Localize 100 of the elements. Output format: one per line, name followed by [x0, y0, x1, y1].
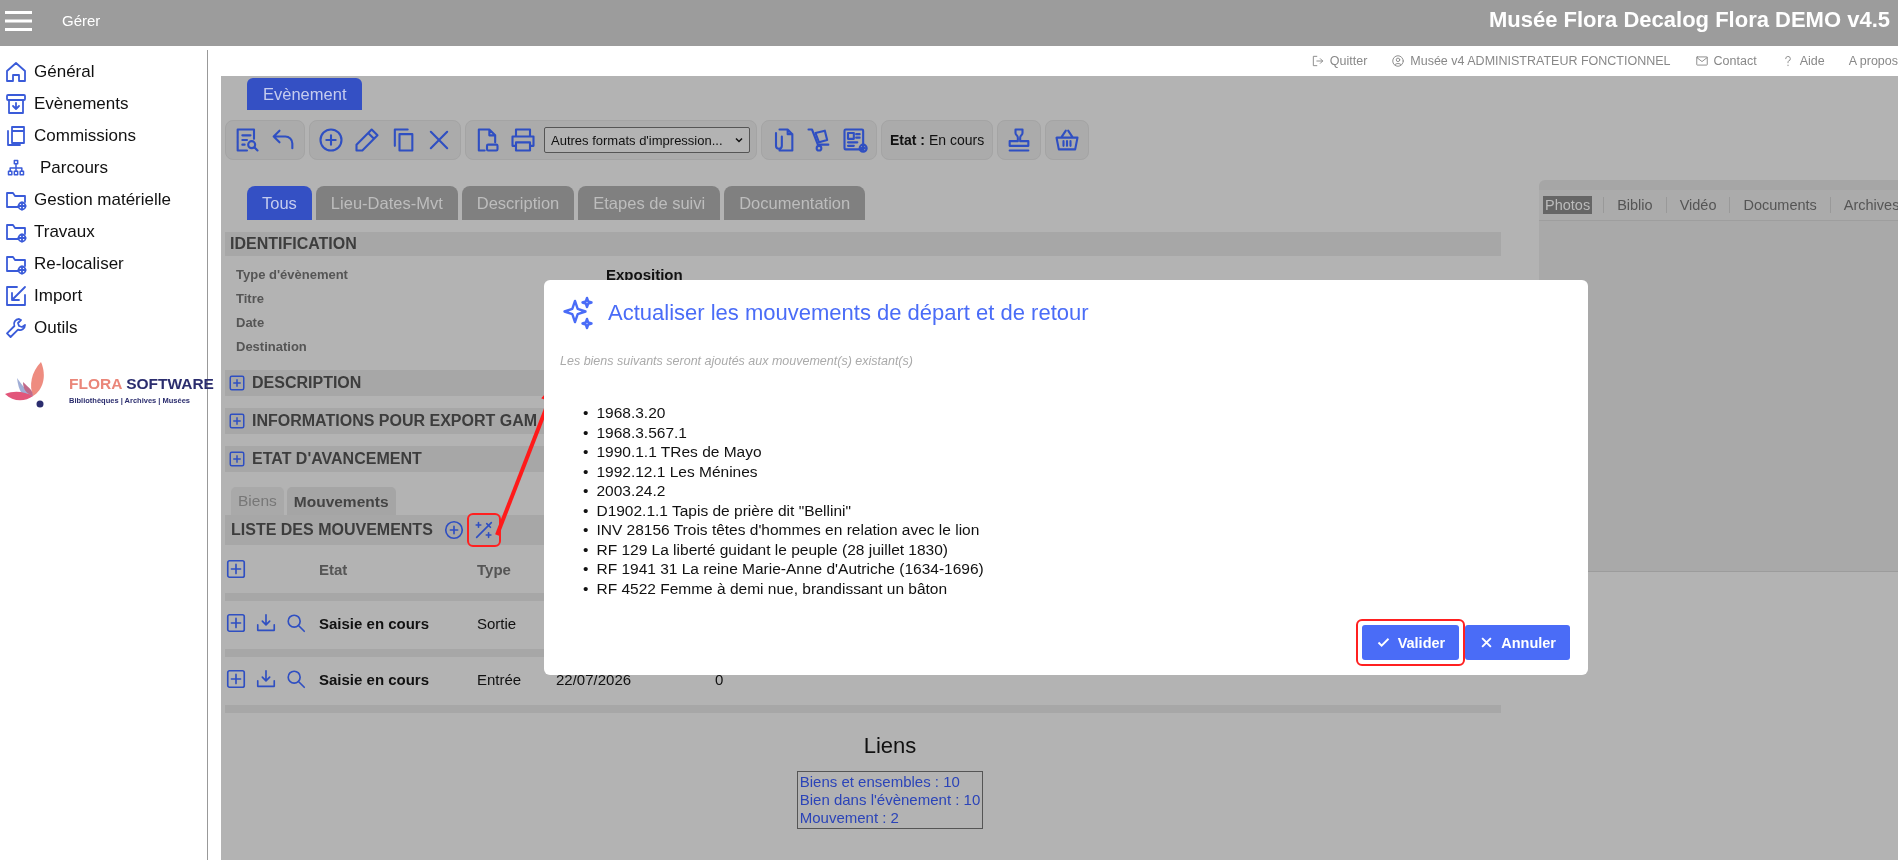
field-label: Date [235, 314, 266, 330]
media-tab[interactable]: Archives [1841, 196, 1898, 214]
list-item: RF 4522 Femme à demi nue, brandissant un bâton [596, 578, 948, 598]
media-tab[interactable]: Documents [1741, 196, 1819, 214]
table-cell-text: Sortie [477, 614, 518, 632]
download-tray-icon [255, 612, 277, 634]
sidebar-item[interactable]: Evènements [0, 88, 207, 120]
list-item: RF 129 La liberté guidant le peuple (28 juillet 1830) [596, 539, 948, 559]
table-cell-text: 22/07/2026 [556, 670, 633, 688]
download-button[interactable] [255, 668, 277, 690]
table-cell: 0 [715, 670, 724, 688]
add-button[interactable] [225, 558, 247, 580]
media-tab[interactable]: Vidéo [1677, 196, 1719, 214]
newspaper-icon [841, 126, 869, 154]
header-link[interactable]: Contact [1694, 54, 1757, 68]
link[interactable]: Mouvement : 2 [799, 809, 981, 827]
expand-button[interactable] [225, 612, 247, 634]
section-header: IDENTIFICATION [225, 232, 1501, 256]
expand-icon[interactable] [228, 450, 246, 468]
bullet: • [583, 520, 589, 540]
toolbar-button[interactable] [840, 125, 870, 155]
add-icon [317, 126, 345, 154]
wrench-icon [4, 316, 28, 340]
links-title: Liens [863, 733, 917, 759]
bullet: • [583, 500, 589, 520]
list-item: RF 1941 31 La reine Marie-Anne d'Autriche (1634-1696) [596, 559, 984, 579]
mail-icon [1694, 54, 1709, 68]
list-title: LISTE DES MOUVEMENTS [231, 521, 433, 539]
bullet: • [583, 481, 589, 501]
add-button[interactable] [442, 519, 465, 541]
header-link[interactable]: Aide [1780, 54, 1825, 68]
add-icon [442, 519, 465, 541]
bullet: • [583, 403, 589, 423]
bullet: • [583, 461, 589, 481]
expand-button[interactable] [225, 668, 247, 690]
list-item: 1968.3.20 [596, 403, 666, 423]
menu-icon[interactable] [5, 11, 32, 31]
sparkles-icon [560, 295, 596, 331]
home-icon [4, 60, 28, 84]
download-button[interactable] [255, 612, 277, 634]
expand-icon[interactable] [228, 374, 246, 392]
header-link[interactable]: A propos [1848, 54, 1898, 68]
header-link[interactable]: Quitter [1310, 54, 1368, 68]
sidebar-item[interactable]: Re-localiser [0, 248, 207, 280]
import-arrow-icon [4, 284, 28, 308]
print-format-select[interactable]: Autres formats d'impression... [544, 127, 750, 153]
plus-square-icon [225, 612, 247, 634]
bullet: • [583, 442, 589, 462]
list-item: D1902.1.1 Tapis de prière dit "Bellini" [596, 500, 851, 520]
sidebar-item[interactable]: Gestion matérielle [0, 184, 207, 216]
table-cell-text: Saisie en cours [319, 614, 431, 632]
toolbar-button[interactable] [508, 125, 538, 155]
media-tab[interactable]: Biblio [1615, 196, 1655, 214]
bullet: • [583, 559, 589, 579]
sidebar-item[interactable]: Commissions [0, 120, 207, 152]
logout-icon [1310, 54, 1325, 68]
sidebar-item[interactable]: Outils [0, 312, 207, 344]
column-header: Etat [319, 560, 349, 578]
download-tray-icon [255, 668, 277, 690]
header-link[interactable]: Musée v4 ADMINISTRATEUR FONCTIONNEL [1391, 54, 1671, 68]
dialog-title: Actualiser les mouvements de départ et de retour [608, 300, 1089, 326]
toolbar-button[interactable] [352, 125, 382, 155]
bullet: • [583, 539, 589, 559]
search-button[interactable] [285, 612, 307, 634]
section-tab[interactable]: Etapes de suivi [578, 186, 721, 220]
list-item: 2003.24.2 [596, 481, 666, 501]
cancel-button[interactable]: Annuler [1465, 625, 1570, 660]
section-tab[interactable]: Description [461, 186, 575, 220]
pencil-icon [353, 126, 381, 154]
confirm-button[interactable]: Valider [1361, 625, 1460, 660]
list-item: INV 28156 Trois têtes d'hommes en relation avec le lion [596, 520, 980, 540]
sidebar-item[interactable]: Travaux [0, 216, 207, 248]
bullet: • [583, 578, 589, 598]
plus-square-icon [225, 558, 247, 580]
search-button[interactable] [285, 668, 307, 690]
link[interactable]: Bien dans l'évènement : 10 [799, 791, 981, 809]
check-icon [1375, 635, 1391, 650]
field-label: Titre [235, 290, 265, 306]
expand-icon[interactable] [228, 412, 246, 430]
app-title: Musée Flora Decalog Flora DEMO v4.5 [1489, 7, 1890, 33]
table-cell-text: Saisie en cours [319, 670, 431, 688]
section-tab[interactable]: Lieu-Dates-Mvt [315, 186, 458, 220]
sidebar-item[interactable]: Import [0, 280, 207, 312]
bullet: • [583, 422, 589, 442]
record-tab[interactable]: Evènement [247, 78, 363, 110]
user-icon [1391, 54, 1406, 68]
sidebar-item[interactable]: Général [0, 56, 207, 88]
media-tab[interactable]: Photos [1543, 196, 1593, 214]
dialog-subtitle: Les biens suivants seront ajoutés aux mouvement(s) existant(s) [560, 354, 914, 368]
search-icon [285, 668, 307, 690]
list-item: 1968.3.567.1 [596, 422, 687, 442]
sidebar-item[interactable]: Parcours [0, 152, 207, 184]
section-tab[interactable]: Tous [247, 186, 312, 220]
field-value: Exposition [606, 265, 683, 283]
menu-label[interactable]: Gérer [62, 11, 101, 29]
table-cell-text: Entrée [477, 670, 523, 688]
section-tab[interactable]: Documentation [724, 186, 866, 220]
list-tab[interactable]: Mouvements [286, 487, 396, 515]
link[interactable]: Biens et ensembles : 10 [799, 773, 981, 791]
printer-icon [509, 126, 537, 154]
